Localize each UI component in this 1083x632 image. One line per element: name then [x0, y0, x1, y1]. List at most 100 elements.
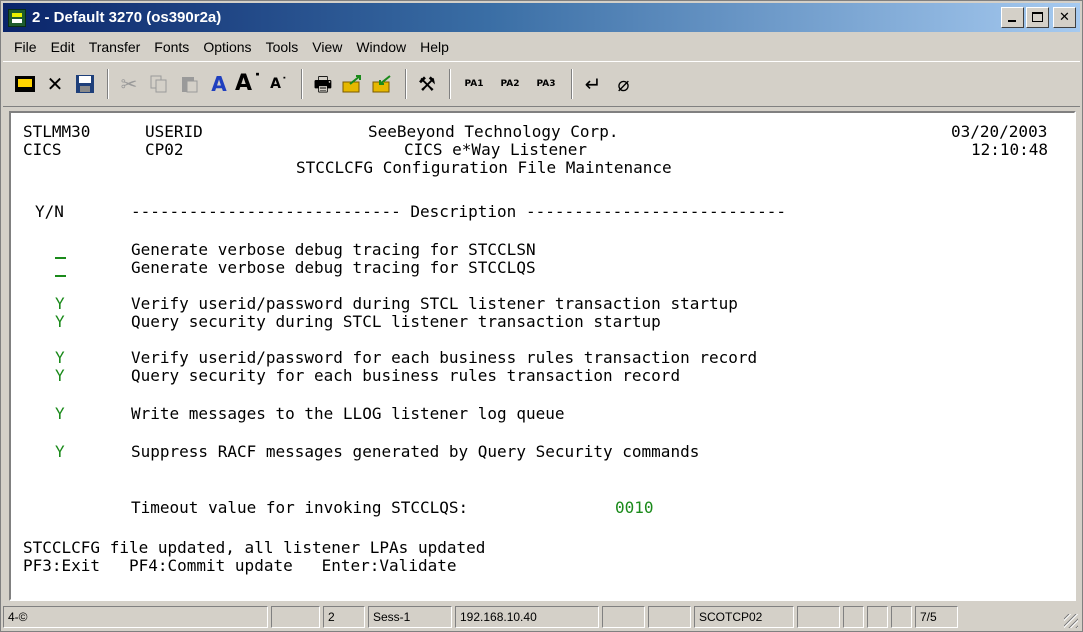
menu-view[interactable]: View [305, 39, 349, 55]
status-blank [891, 606, 912, 628]
yn-column-header: Y/N [35, 202, 64, 221]
status-message: STCCLCFG file updated, all listener LPAs… [23, 538, 486, 557]
status-session: Sess-1 [368, 606, 452, 628]
menu-transfer[interactable]: Transfer [82, 39, 148, 55]
option-field-debug-stcclqs[interactable] [55, 275, 66, 277]
status-blank [602, 606, 645, 628]
cut-button[interactable]: ✂ [115, 70, 143, 98]
receive-file-button[interactable] [369, 70, 397, 98]
status-cursor-position: 7/5 [915, 606, 958, 628]
copy-button[interactable] [145, 70, 173, 98]
font-decrease-button[interactable]: A˙ [265, 70, 293, 98]
close-button[interactable]: ✕ [1053, 7, 1076, 28]
pa1-button[interactable]: PA1 [457, 70, 491, 98]
menu-file[interactable]: File [7, 39, 44, 55]
eraser-icon: ⌀ [616, 72, 630, 96]
status-bar: 4-© 2 Sess-1 192.168.10.40 SCOTCP02 7/5 [3, 604, 1080, 630]
timeout-field[interactable]: 0010 [615, 499, 654, 517]
status-mode: 4-© [3, 606, 268, 628]
menu-options[interactable]: Options [196, 39, 258, 55]
option-text: Generate verbose debug tracing for STCCL… [131, 240, 536, 259]
toolbar-separator [107, 69, 109, 99]
print-button[interactable]: 🖶 [309, 70, 337, 98]
font-increase-icon: A˙ [234, 71, 264, 96]
option-field[interactable]: Y [55, 367, 65, 385]
option-text: Suppress RACF messages generated by Quer… [131, 442, 700, 461]
option-field-debug-stcclsn[interactable] [55, 257, 66, 259]
system-name: STLMM30 [23, 122, 91, 141]
status-blank [843, 606, 864, 628]
enter-arrow-icon: ↵ [584, 72, 602, 96]
option-text: Query security during STCL listener tran… [131, 312, 661, 331]
maximize-icon [1032, 12, 1043, 22]
menu-edit[interactable]: Edit [44, 39, 82, 55]
timeout-label: Timeout value for invoking STCCLQS: [131, 498, 469, 517]
window-title: 2 - Default 3270 (os390r2a) [32, 9, 222, 26]
screen-time: 12:10:48 [971, 140, 1049, 159]
option-text: Generate verbose debug tracing for STCCL… [131, 258, 536, 277]
maximize-button[interactable] [1026, 7, 1049, 28]
option-text: Write messages to the LLOG listener log … [131, 404, 565, 423]
font-larger-button[interactable]: A [205, 70, 233, 98]
option-field[interactable]: Y [55, 443, 65, 461]
pa2-label: PA2 [500, 79, 520, 89]
clear-button[interactable]: ⌀ [609, 70, 637, 98]
terminal-id: CP02 [145, 140, 184, 159]
title-bar[interactable]: 2 - Default 3270 (os390r2a) ✕ [3, 3, 1080, 32]
font-increase-button[interactable]: A˙ [235, 70, 263, 98]
resize-grip[interactable] [1064, 614, 1078, 628]
pa1-label: PA1 [464, 79, 484, 89]
userid-label: USERID [145, 122, 203, 141]
toolbar-separator [405, 69, 407, 99]
option-text: Verify userid/password during STCL liste… [131, 294, 738, 313]
menu-bar: File Edit Transfer Fonts Options Tools V… [3, 34, 1080, 60]
printer-icon: 🖶 [313, 72, 333, 96]
paste-button[interactable] [175, 70, 203, 98]
toolbar-separator [571, 69, 573, 99]
status-blank [867, 606, 888, 628]
minimize-icon [1008, 20, 1016, 22]
screen-subtitle: CICS e*Way Listener [404, 140, 588, 159]
minimize-button[interactable] [1001, 7, 1024, 28]
enter-button[interactable]: ↵ [579, 70, 607, 98]
font-a-icon: A [211, 72, 227, 96]
font-decrease-icon: A˙ [270, 76, 288, 92]
status-blank [648, 606, 691, 628]
option-text: Verify userid/password for each business… [131, 348, 758, 367]
status-host: 192.168.10.40 [455, 606, 599, 628]
save-button[interactable] [71, 70, 99, 98]
terminal-screen[interactable]: STLMM30 USERID SeeBeyond Technology Corp… [9, 111, 1076, 601]
region-name: CICS [23, 140, 62, 159]
option-field[interactable]: Y [55, 295, 65, 313]
menu-fonts[interactable]: Fonts [147, 39, 196, 55]
toolbar-separator [301, 69, 303, 99]
menu-window[interactable]: Window [349, 39, 413, 55]
floppy-icon [76, 75, 94, 93]
copy-icon [150, 75, 167, 93]
tools-icon: ⚒ [418, 72, 436, 96]
toolbar-separator [449, 69, 451, 99]
disconnect-icon [15, 76, 35, 92]
menu-help[interactable]: Help [413, 39, 456, 55]
menu-tools[interactable]: Tools [259, 39, 306, 55]
x-icon: ✕ [46, 72, 64, 96]
pa3-label: PA3 [536, 79, 556, 89]
paste-icon [182, 77, 198, 93]
company-name: SeeBeyond Technology Corp. [368, 122, 619, 141]
send-file-button[interactable] [339, 70, 367, 98]
pa3-button[interactable]: PA3 [529, 70, 563, 98]
option-field[interactable]: Y [55, 405, 65, 423]
settings-button[interactable]: ⚒ [413, 70, 441, 98]
emulator-window: 2 - Default 3270 (os390r2a) ✕ File Edit … [0, 0, 1083, 632]
disconnect-button[interactable] [11, 70, 39, 98]
scissors-icon: ✂ [120, 72, 138, 96]
option-field[interactable]: Y [55, 349, 65, 367]
app-icon[interactable] [8, 8, 26, 27]
receive-file-icon [372, 75, 391, 93]
pa2-button[interactable]: PA2 [493, 70, 527, 98]
cancel-button[interactable]: ✕ [41, 70, 69, 98]
status-blank [271, 606, 320, 628]
option-field[interactable]: Y [55, 313, 65, 331]
status-blank [797, 606, 840, 628]
pf-key-legend: PF3:Exit PF4:Commit update Enter:Validat… [23, 556, 457, 575]
